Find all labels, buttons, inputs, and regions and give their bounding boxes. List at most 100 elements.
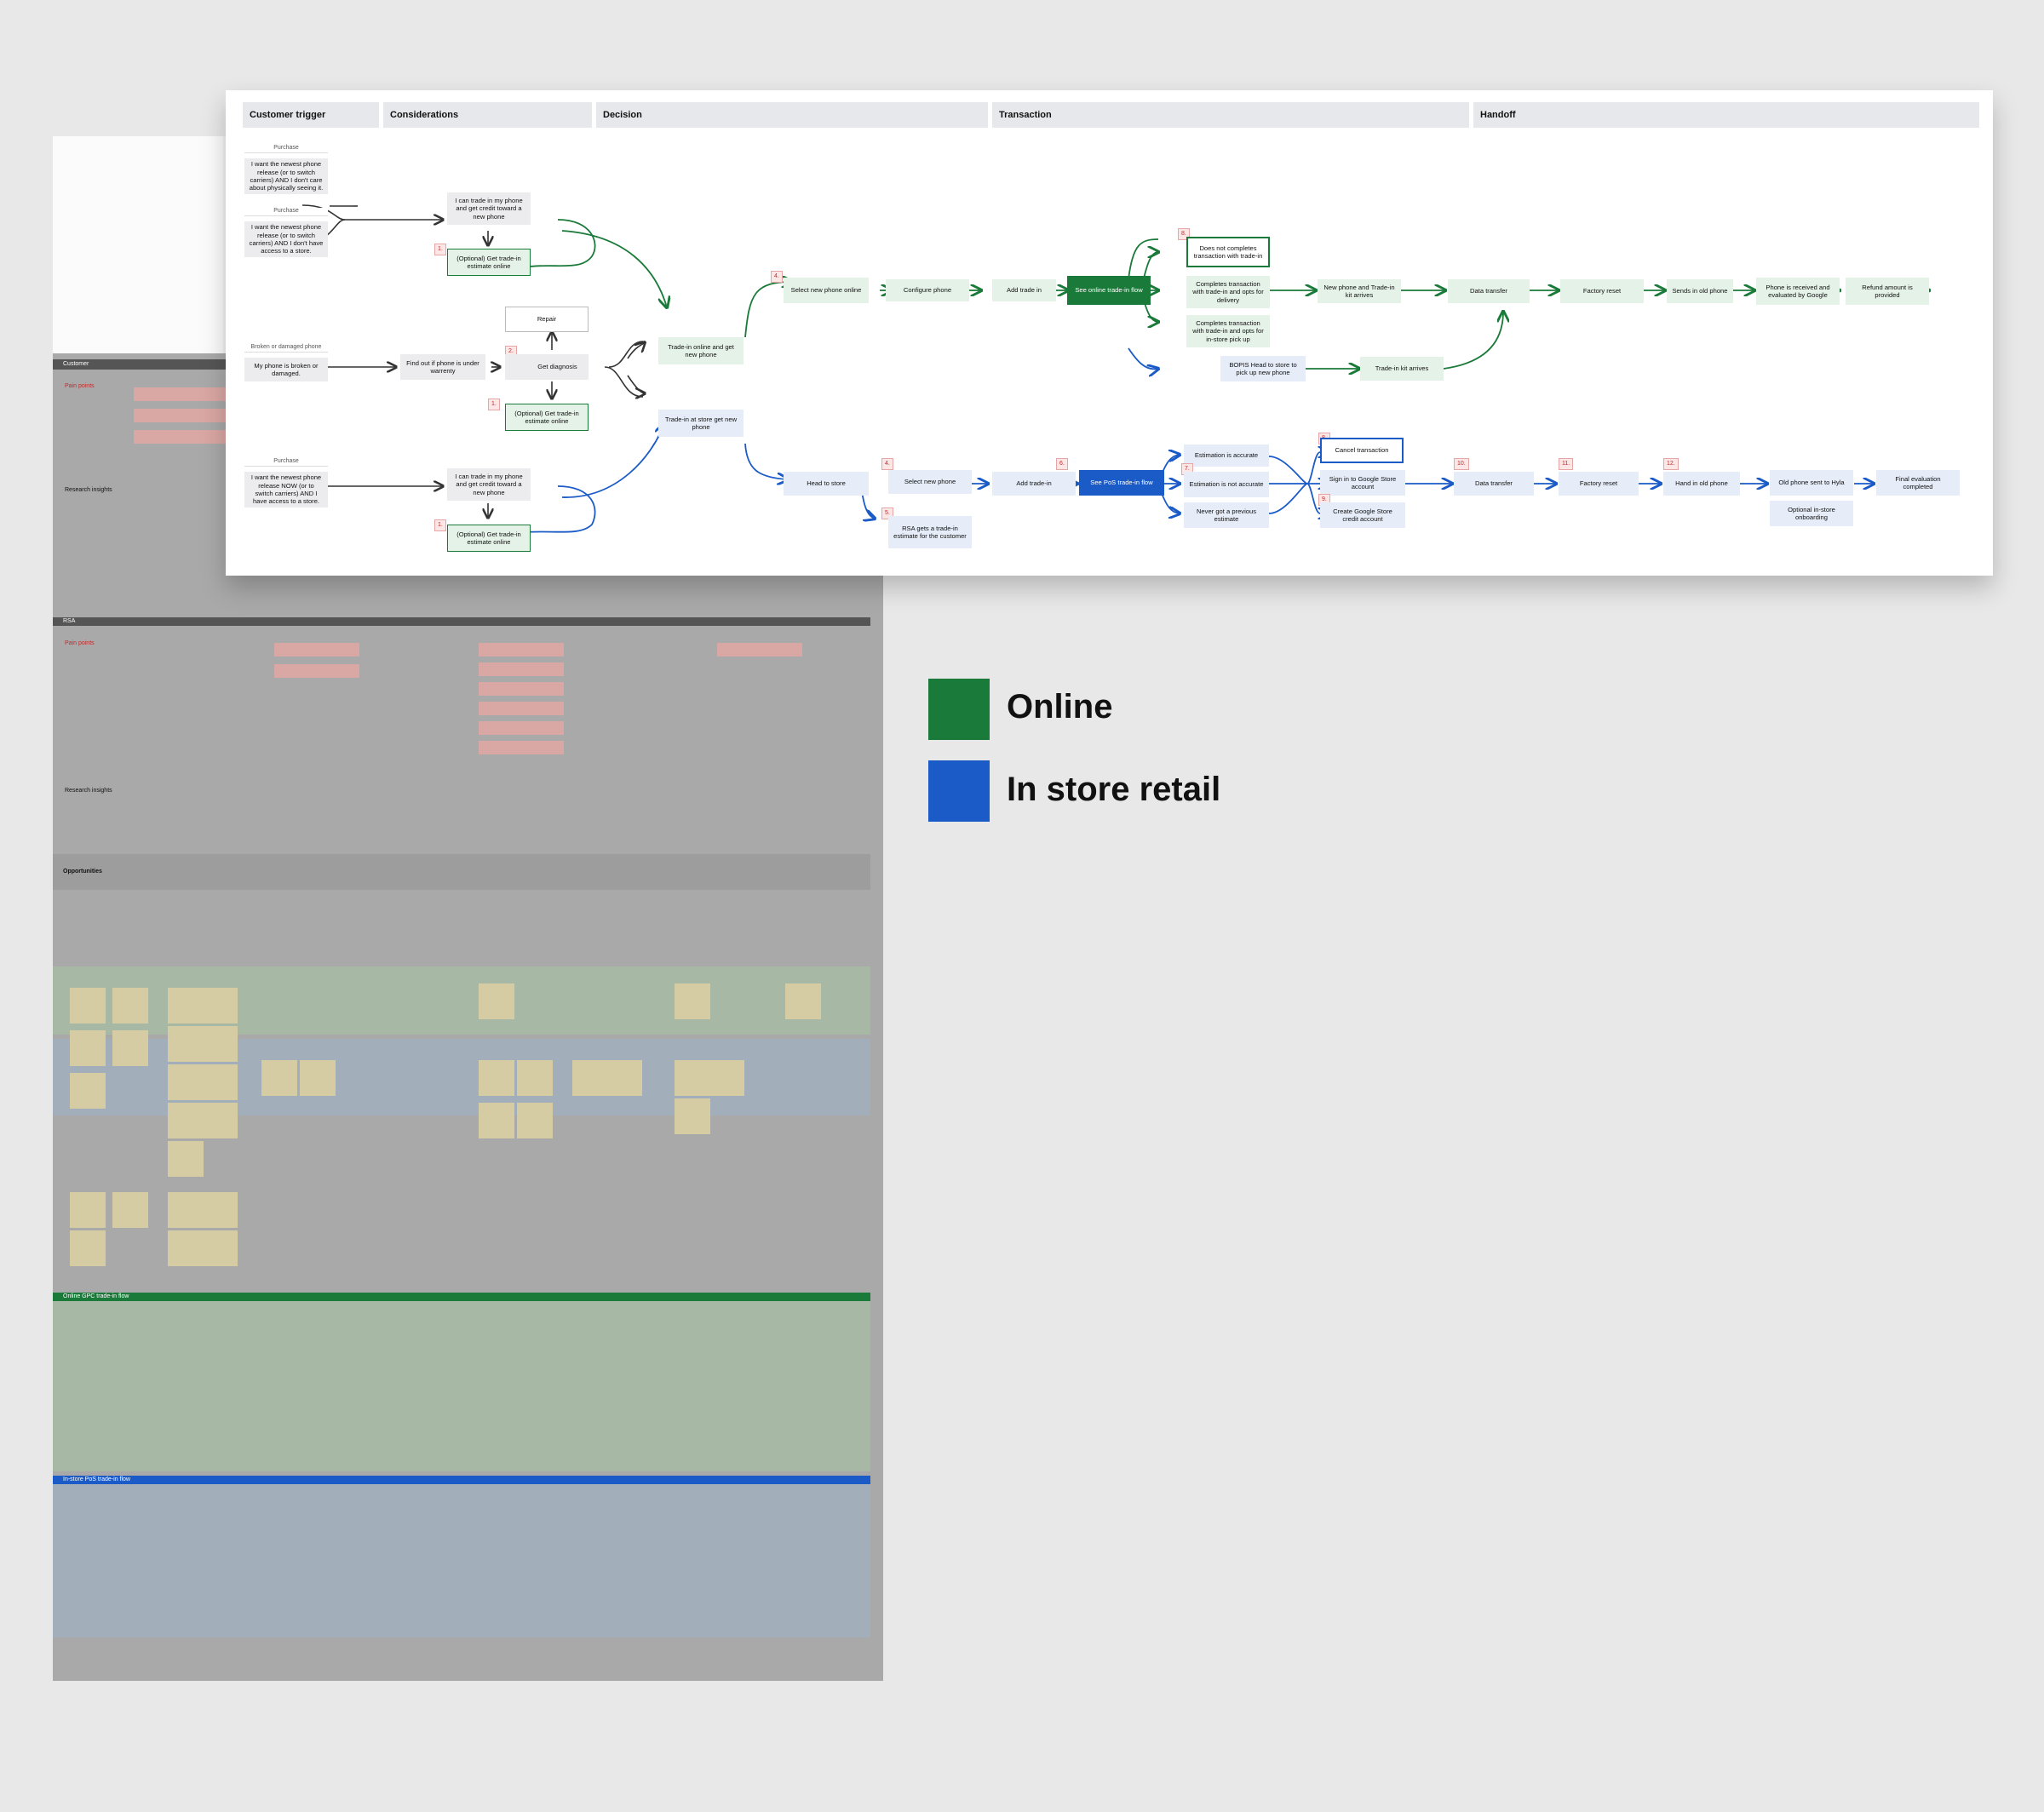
consider-repair: Repair [505, 307, 589, 332]
bg-sticky-note [112, 988, 148, 1024]
consider-credit-1: I can trade in my phone and get credit t… [447, 192, 531, 225]
bg-pain-point-block [479, 662, 564, 676]
bg-sticky-note [70, 1030, 106, 1066]
online-not-complete: Does not completes transaction with trad… [1186, 237, 1270, 267]
trigger-tag-broken: Broken or damaged phone [244, 344, 328, 353]
pain-tag-4a: 4. [771, 271, 783, 283]
store-accurate: Estimation is accurate [1184, 444, 1269, 467]
bg-pain-label: Pain points [65, 383, 95, 389]
pain-tag-11: 11. [1559, 458, 1574, 470]
pain-tag-10: 10. [1454, 458, 1469, 470]
pain-tag-6: 6. [1056, 458, 1068, 470]
journey-map-card: Customer trigger Considerations Decision… [226, 90, 1993, 576]
bg-sticky-note [202, 1230, 238, 1266]
online-add-trade-in: Add trade in [992, 279, 1056, 301]
store-not-accurate: Estimation is not accurate [1184, 472, 1269, 497]
bg-sticky-note [168, 1192, 204, 1228]
trigger-3: My phone is broken or damaged. [244, 358, 328, 381]
bg-sticky-note [70, 988, 106, 1024]
consider-diagnosis: Get diagnosis [505, 354, 589, 380]
bg-instore-flow-label: In-store PoS trade-in flow [63, 1477, 130, 1482]
bg-sticky-note [785, 983, 821, 1019]
bg-instore-flow-band: In-store PoS trade-in flow [53, 1476, 870, 1484]
store-create-credit: Create Google Store credit account [1320, 502, 1405, 528]
trigger-2: I want the newest phone release (or to s… [244, 221, 328, 257]
store-select-phone: Select new phone [888, 470, 972, 494]
online-see-flow-button[interactable]: See online trade-in flow [1067, 276, 1151, 305]
decision-online: Trade-in online and get new phone [658, 337, 744, 364]
bg-sticky-note [517, 1103, 553, 1138]
online-new-phone-kit: New phone and Trade-in kit arrives [1318, 279, 1401, 303]
bg-sticky-note [479, 983, 514, 1019]
bg-research-label: Research insights [65, 487, 112, 493]
bg-sticky-note [261, 1060, 297, 1096]
trigger-1: I want the newest phone release (or to s… [244, 158, 328, 194]
bg-sticky-note [202, 1192, 238, 1228]
bg-pain-point-block [479, 682, 564, 696]
decision-store: Trade-in at store get new phone [658, 410, 744, 437]
store-sent-hyla: Old phone sent to Hyla [1770, 470, 1853, 496]
bg-sticky-note [300, 1060, 336, 1096]
bg-sticky-note [479, 1060, 514, 1096]
bg-sticky-note [70, 1230, 106, 1266]
online-select-phone: Select new phone online [784, 278, 869, 303]
legend-online-swatch [928, 679, 990, 740]
store-never-estimate: Never got a previous estimate [1184, 502, 1269, 528]
legend-online-label: Online [1007, 688, 1113, 725]
bg-sticky-note [168, 1230, 204, 1266]
trigger-tag-purchase-1: Purchase [244, 145, 328, 153]
bg-sticky-note [202, 1103, 238, 1138]
bg-rsa-research-label: Research insights [65, 788, 112, 794]
bg-pain-point-block [479, 702, 564, 715]
consider-warranty: Find out if phone is under warrenty [400, 354, 485, 380]
pain-tag-1c: 1. [434, 519, 446, 531]
store-cancel: Cancel transaction [1320, 438, 1404, 463]
online-factory-reset: Factory reset [1560, 279, 1644, 303]
bg-rsa-label: RSA [63, 618, 76, 624]
bg-pain-point-block [717, 643, 802, 657]
online-delivery: Completes transaction with trade-in and … [1186, 276, 1270, 308]
consider-optional-1: (Optional) Get trade-in estimate online [447, 249, 531, 276]
store-final: Final evaluation completed [1876, 470, 1960, 496]
bg-instore-flow-area [53, 1484, 870, 1637]
bg-sticky-note [70, 1073, 106, 1109]
bg-rsa-pain-label: Pain points [65, 640, 95, 646]
bg-sticky-note [202, 1064, 238, 1100]
bg-online-flow-area [53, 1301, 870, 1471]
bg-sticky-note [168, 1026, 204, 1062]
consider-credit-2: I can trade in my phone and get credit t… [447, 468, 531, 501]
legend-instore-swatch [928, 760, 990, 822]
legend-instore-label: In store retail [1007, 771, 1221, 808]
bg-sticky-note [112, 1030, 148, 1066]
consider-optional-2: (Optional) Get trade-in estimate online [505, 404, 589, 431]
store-data-transfer: Data transfer [1454, 472, 1534, 496]
bg-online-flow-band: Online GPC trade-in flow [53, 1293, 870, 1301]
bg-customer-label: Customer [63, 361, 89, 367]
bg-sticky-note [70, 1192, 106, 1228]
online-refund: Refund amount is provided [1846, 278, 1929, 305]
pain-tag-4b: 4. [881, 458, 893, 470]
store-see-flow-button[interactable]: See PoS trade-in flow [1079, 470, 1164, 496]
bg-sticky-note [709, 1060, 744, 1096]
bg-sticky-note [606, 1060, 642, 1096]
online-sends-old: Sends in old phone [1667, 279, 1733, 303]
online-kit-arrives: Trade-in kit arrives [1360, 357, 1444, 381]
bg-sticky-note [168, 988, 204, 1024]
bg-pain-point-block [479, 643, 564, 657]
bg-sticky-note [202, 988, 238, 1024]
bg-sticky-note [168, 1141, 204, 1177]
bg-sticky-note [675, 1060, 710, 1096]
trigger-tag-purchase-2: Purchase [244, 208, 328, 216]
store-head-to-store: Head to store [784, 472, 869, 496]
store-hand-in: Hand in old phone [1663, 472, 1740, 496]
pain-tag-1b: 1. [488, 399, 500, 410]
bg-rsa-band: RSA [53, 617, 870, 626]
pain-tag-1a: 1. [434, 244, 446, 255]
store-factory-reset: Factory reset [1559, 472, 1639, 496]
pain-tag-12: 12. [1663, 458, 1679, 470]
bg-pain-point-block [274, 643, 359, 657]
flow-arrows [301, 204, 1993, 534]
store-onboarding: Optional in-store onboarding [1770, 501, 1853, 526]
bg-pain-point-block [479, 741, 564, 754]
bg-opportunities-band: Opportunities [53, 854, 870, 890]
